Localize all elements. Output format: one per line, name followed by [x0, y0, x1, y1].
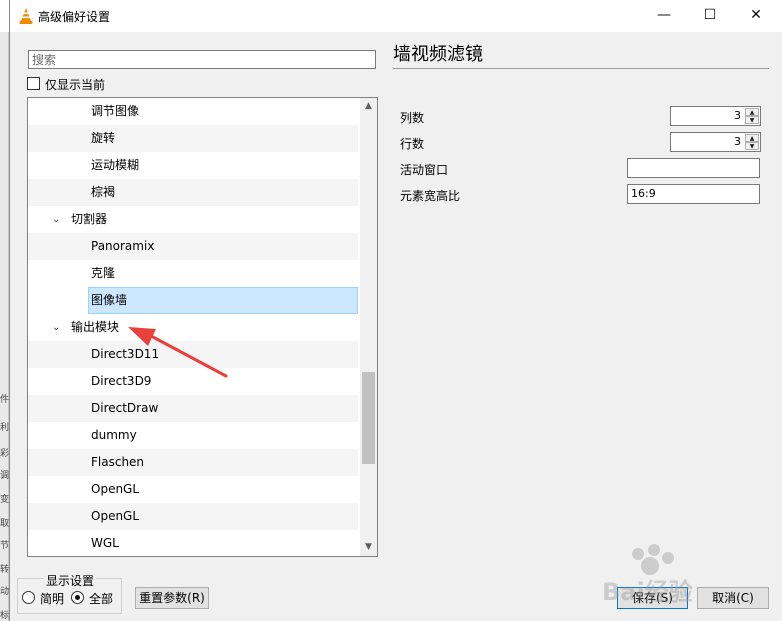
tree-item[interactable]: dummy	[28, 422, 358, 449]
baidu-watermark-logo: Bai经验	[602, 544, 693, 606]
chevron-up-icon[interactable]: ▲	[360, 98, 377, 115]
tree-item[interactable]: Panoramix	[28, 233, 358, 260]
display-settings-label: 显示设置	[44, 572, 97, 589]
tree-item[interactable]: OpenGL	[28, 476, 358, 503]
spin-up-icon[interactable]: ▲	[745, 134, 759, 142]
rows-label: 行数	[400, 137, 425, 151]
tree-item-label: 旋转	[91, 131, 116, 145]
close-button[interactable]: ✕	[733, 0, 779, 30]
bg-char: 彩	[0, 449, 9, 459]
tree-group-label: 切割器	[71, 212, 108, 226]
all-radio[interactable]	[71, 591, 84, 604]
only-current-checkbox[interactable]	[27, 77, 40, 90]
tree-group-output[interactable]: ⌄ 输出模块	[28, 314, 358, 341]
tree-item[interactable]: 调节图像	[28, 98, 358, 125]
columns-spin-buttons[interactable]: ▲ ▼	[745, 108, 759, 124]
bg-char: 取	[0, 519, 9, 529]
tree-item-label: 调节图像	[91, 104, 140, 118]
aspect-ratio-label: 元素宽高比	[400, 189, 461, 203]
tree-item-label: OpenGL	[91, 482, 140, 496]
tree-item-label: Direct3D11	[91, 347, 160, 361]
columns-value: 3	[734, 109, 741, 122]
columns-spinbox[interactable]: 3 ▲ ▼	[670, 106, 761, 126]
tree-item[interactable]: 克隆	[28, 260, 358, 287]
tree-item[interactable]: Flaschen	[28, 449, 358, 476]
reset-button[interactable]: 重置参数(R)	[135, 587, 209, 609]
spin-down-icon[interactable]: ▼	[745, 116, 759, 124]
title-bar[interactable]: 高级偏好设置 — ☐ ✕	[10, 0, 782, 32]
spin-down-icon[interactable]: ▼	[745, 142, 759, 150]
aspect-ratio-input[interactable]: 16:9	[627, 184, 760, 204]
background-window-edge: 件 利 彩 调 变 取 节 转 动 标	[0, 32, 9, 621]
rows-value: 3	[734, 135, 741, 148]
vlc-cone-icon	[19, 8, 33, 24]
all-radio-label: 全部	[89, 592, 114, 606]
chevron-down-icon[interactable]: ⌄	[52, 314, 60, 341]
preferences-window: 高级偏好设置 — ☐ ✕ 仅显示当前 调节图像 旋转 运动模糊 棕褐 ⌄ 切割器…	[9, 0, 782, 621]
scrollbar-thumb[interactable]	[362, 372, 375, 464]
tree-item-label: WGL	[91, 536, 119, 550]
tree-item-label: 运动模糊	[91, 158, 140, 172]
tree-item-label: DirectDraw	[91, 401, 159, 415]
tree-item[interactable]: Direct3D11	[28, 341, 358, 368]
tree-item-label: dummy	[91, 428, 137, 442]
bg-char: 节	[0, 541, 9, 551]
tree-item-label: 棕褐	[91, 185, 116, 199]
spin-up-icon[interactable]: ▲	[745, 108, 759, 116]
chevron-down-icon[interactable]: ▼	[360, 539, 377, 556]
tree-item[interactable]: 旋转	[28, 125, 358, 152]
active-windows-input[interactable]	[627, 158, 760, 178]
simple-radio[interactable]	[22, 591, 35, 604]
bg-char: 调	[0, 471, 9, 481]
tree-item-label: Direct3D9	[91, 374, 152, 388]
tree-item-selected[interactable]: 图像墙	[28, 287, 358, 314]
bg-char: 利	[0, 423, 9, 433]
tree-scrollbar[interactable]: ▲ ▼	[360, 98, 377, 556]
active-windows-label: 活动窗口	[400, 163, 449, 177]
tree-item[interactable]: Direct3D9	[28, 368, 358, 395]
simple-radio-label: 简明	[40, 592, 65, 606]
settings-tree[interactable]: 调节图像 旋转 运动模糊 棕褐 ⌄ 切割器 Panoramix 克隆 图像墙 ⌄…	[27, 97, 378, 557]
minimize-button[interactable]: —	[641, 0, 687, 30]
tree-item[interactable]: DirectDraw	[28, 395, 358, 422]
chevron-down-icon[interactable]: ⌄	[52, 206, 60, 233]
bg-char: 变	[0, 495, 9, 505]
tree-group-label: 输出模块	[71, 320, 120, 334]
tree-item-label: OpenGL	[91, 509, 140, 523]
tree-item[interactable]: OpenGL	[28, 503, 358, 530]
panel-divider	[393, 68, 769, 69]
window-title: 高级偏好设置	[38, 10, 111, 24]
rows-spin-buttons[interactable]: ▲ ▼	[745, 134, 759, 150]
tree-item[interactable]: 棕褐	[28, 179, 358, 206]
tree-item-label: Flaschen	[91, 455, 145, 469]
bg-char: 件	[0, 395, 9, 405]
only-current-label: 仅显示当前	[45, 78, 106, 92]
selection-highlight	[88, 287, 358, 314]
maximize-button[interactable]: ☐	[687, 0, 733, 30]
tree-group-cutter[interactable]: ⌄ 切割器	[28, 206, 358, 233]
panel-title: 墙视频滤镜	[393, 44, 483, 65]
tree-item-label: Panoramix	[91, 239, 155, 253]
tree-item[interactable]: 运动模糊	[28, 152, 358, 179]
columns-label: 列数	[400, 111, 425, 125]
rows-spinbox[interactable]: 3 ▲ ▼	[670, 132, 761, 152]
bg-char: 转	[0, 565, 9, 575]
bg-char: 标	[0, 611, 9, 621]
tree-item-label: 图像墙	[91, 293, 128, 307]
search-input[interactable]	[28, 50, 376, 69]
tree-item-label: 克隆	[91, 266, 116, 280]
watermark-text: Bai经验	[602, 578, 693, 606]
tree-item[interactable]: WGL	[28, 530, 358, 556]
bg-char: 动	[0, 587, 9, 597]
